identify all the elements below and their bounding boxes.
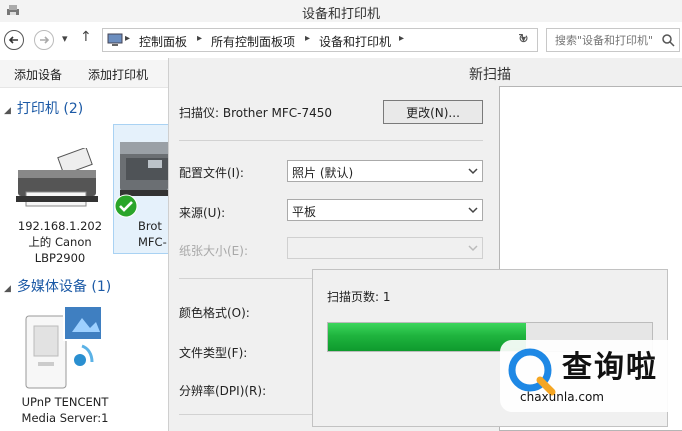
address-row: ▾ ↑ ▸ 控制面板 ▸ 所有控制面板项 ▸ 设备和打印机 ▸ ▾ ↻ xyxy=(0,26,682,54)
media-server-label-line1: UPnP TENCENT xyxy=(21,395,109,409)
add-device-button[interactable]: 添加设备 xyxy=(14,66,62,83)
scan-progress-fill xyxy=(328,323,526,351)
default-check-icon xyxy=(114,194,138,218)
change-scanner-button[interactable]: 更改(N)... xyxy=(383,100,483,124)
file-type-label: 文件类型(F): xyxy=(179,346,248,360)
watermark: 查询啦 chaxunla.com xyxy=(500,340,680,412)
breadcrumb-control-panel[interactable]: 控制面板 xyxy=(139,33,187,50)
source-value: 平板 xyxy=(292,205,317,219)
resolution-label: 分辨率(DPI)(R): xyxy=(179,384,267,398)
back-icon xyxy=(8,36,18,44)
window-title: 设备和打印机 xyxy=(301,7,380,22)
chevron-down-icon xyxy=(468,168,478,175)
collapse-icon: ◢ xyxy=(4,284,11,294)
source-select[interactable]: 平板 xyxy=(287,199,483,221)
printer-icon xyxy=(16,148,98,207)
title-bar: 设备和打印机 xyxy=(0,0,682,22)
media-server-label-line2: Media Server:1 xyxy=(21,411,109,425)
search-input[interactable] xyxy=(555,32,655,48)
recent-locations-dropdown[interactable]: ▾ xyxy=(62,32,68,45)
back-button[interactable] xyxy=(4,30,24,50)
address-bar[interactable]: ▸ 控制面板 ▸ 所有控制面板项 ▸ 设备和打印机 ▸ ▾ xyxy=(102,28,538,52)
multimedia-group-header[interactable]: ◢ 多媒体设备 (1) xyxy=(4,276,111,296)
up-icon[interactable]: ↑ xyxy=(80,29,92,45)
source-label: 来源(U): xyxy=(179,206,226,220)
printers-group-header[interactable]: ◢ 打印机 (2) xyxy=(4,98,83,118)
computer-icon xyxy=(107,33,123,50)
watermark-logo-icon xyxy=(508,348,556,396)
printers-group-title: 打印机 (2) xyxy=(16,101,84,117)
search-box[interactable] xyxy=(546,28,680,52)
watermark-url: chaxunla.com xyxy=(520,390,604,404)
add-printer-button[interactable]: 添加打印机 xyxy=(88,66,148,83)
printer-brother-label-line1: Brot xyxy=(138,219,162,233)
color-format-label: 颜色格式(O): xyxy=(179,306,250,320)
devices-and-printers-window: 设备和打印机 ▾ ↑ ▸ 控制面板 ▸ 所有控制面板项 ▸ 设备和打印机 ▸ ▾… xyxy=(0,0,682,431)
dialog-title: 新扫描 xyxy=(469,67,511,83)
paper-size-select[interactable] xyxy=(287,237,483,259)
breadcrumb-all-items[interactable]: 所有控制面板项 xyxy=(211,33,295,50)
search-icon[interactable] xyxy=(661,33,675,50)
media-server-icon xyxy=(25,305,103,389)
printer-canon-label-line1: 192.168.1.202 xyxy=(17,219,103,233)
profile-value: 照片 (默认) xyxy=(292,166,354,180)
collapse-icon: ◢ xyxy=(4,106,11,116)
chevron-down-icon xyxy=(468,245,478,252)
divider xyxy=(179,140,483,141)
breadcrumb-devices-printers[interactable]: 设备和打印机 xyxy=(319,33,391,50)
refresh-icon[interactable]: ↻ xyxy=(518,32,529,47)
printer-canon-label-line3: LBP2900 xyxy=(34,251,86,265)
printer-canon-label-line2: 上的 Canon xyxy=(28,235,92,249)
multimedia-group-title: 多媒体设备 (1) xyxy=(16,279,112,295)
paper-size-label: 纸张大小(E): xyxy=(179,244,248,258)
forward-button[interactable] xyxy=(34,30,54,50)
printer-brother-label-line2: MFC- xyxy=(138,235,167,249)
profile-label: 配置文件(I): xyxy=(179,166,244,180)
scanner-label: 扫描仪: Brother MFC-7450 xyxy=(179,106,333,120)
watermark-text: 查询啦 xyxy=(562,350,658,385)
pages-scanned-text: 扫描页数: 1 xyxy=(327,290,391,304)
chevron-down-icon xyxy=(468,207,478,214)
forward-icon xyxy=(40,36,50,44)
profile-select[interactable]: 照片 (默认) xyxy=(287,160,483,182)
